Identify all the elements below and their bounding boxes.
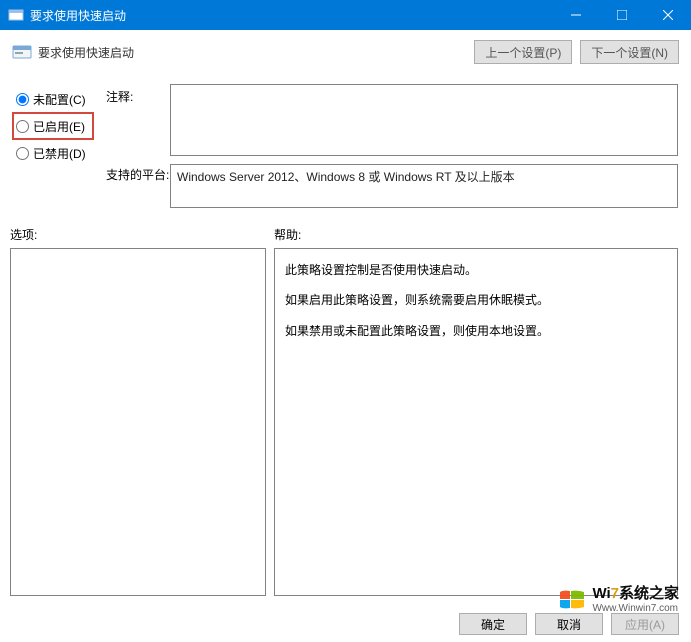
state-radio-group: 未配置(C) 已启用(E) 已禁用(D) xyxy=(12,86,94,166)
radio-disabled[interactable]: 已禁用(D) xyxy=(12,140,94,166)
help-pane: 此策略设置控制是否使用快速启动。 如果启用此策略设置，则系统需要启用休眠模式。 … xyxy=(274,248,678,596)
prev-setting-button[interactable]: 上一个设置(P) xyxy=(474,40,572,64)
ok-button[interactable]: 确定 xyxy=(459,613,527,635)
dialog-footer: 确定 取消 应用(A) xyxy=(0,606,691,642)
comment-textarea[interactable] xyxy=(170,84,678,156)
supported-platform-box[interactable]: Windows Server 2012、Windows 8 或 Windows … xyxy=(170,164,678,208)
header-row: 要求使用快速启动 上一个设置(P) 下一个设置(N) xyxy=(0,30,691,64)
page-title: 要求使用快速启动 xyxy=(38,44,474,61)
radio-not-configured-input[interactable] xyxy=(16,93,29,106)
titlebar: 要求使用快速启动 xyxy=(0,0,691,30)
window-title: 要求使用快速启动 xyxy=(30,7,553,24)
radio-not-configured[interactable]: 未配置(C) xyxy=(12,86,94,112)
next-setting-button[interactable]: 下一个设置(N) xyxy=(580,40,679,64)
platform-label: 支持的平台: xyxy=(106,166,169,183)
comment-label: 注释: xyxy=(106,88,133,105)
policy-icon xyxy=(12,42,32,62)
apply-button[interactable]: 应用(A) xyxy=(611,613,679,635)
radio-enabled-label: 已启用(E) xyxy=(33,118,85,135)
help-line: 如果启用此策略设置，则系统需要启用休眠模式。 xyxy=(285,287,667,313)
help-label: 帮助: xyxy=(274,226,301,243)
window-controls xyxy=(553,0,691,30)
maximize-button[interactable] xyxy=(599,0,645,30)
close-button[interactable] xyxy=(645,0,691,30)
minimize-button[interactable] xyxy=(553,0,599,30)
app-icon xyxy=(8,7,24,23)
platform-text: Windows Server 2012、Windows 8 或 Windows … xyxy=(177,170,515,184)
radio-enabled[interactable]: 已启用(E) xyxy=(12,112,94,140)
radio-enabled-input[interactable] xyxy=(16,120,29,133)
cancel-button[interactable]: 取消 xyxy=(535,613,603,635)
help-line: 如果禁用或未配置此策略设置，则使用本地设置。 xyxy=(285,318,667,344)
radio-disabled-label: 已禁用(D) xyxy=(33,145,86,162)
radio-not-configured-label: 未配置(C) xyxy=(33,91,86,108)
radio-disabled-input[interactable] xyxy=(16,147,29,160)
options-pane xyxy=(10,248,266,596)
options-label: 选项: xyxy=(10,226,37,243)
help-line: 此策略设置控制是否使用快速启动。 xyxy=(285,257,667,283)
